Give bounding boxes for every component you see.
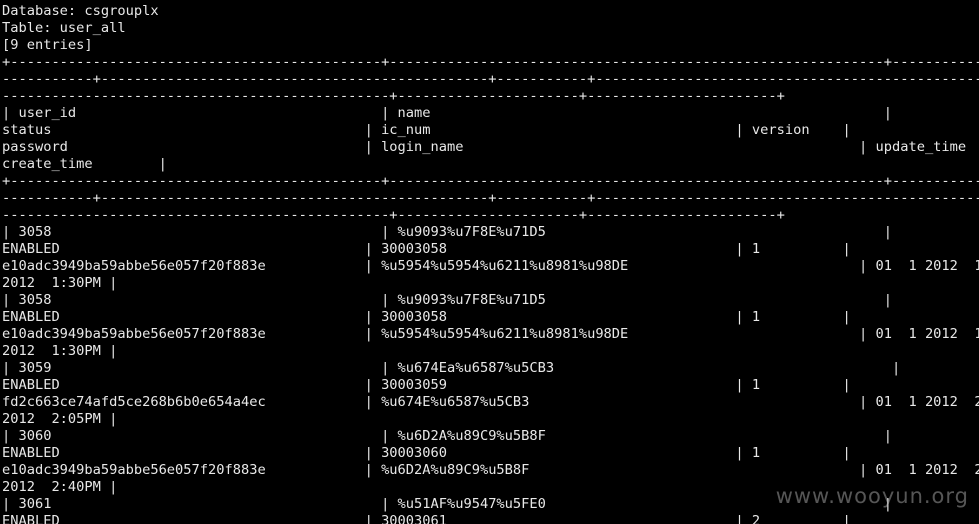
terminal-line: fd2c663ce74afd5ce268b6b0e654a4ec | %u674…	[2, 394, 979, 410]
terminal-line: ENABLED | 30003061 | 2 |	[2, 513, 851, 524]
terminal-line: e10adc3949ba59abbe56e057f20f883e | %u595…	[2, 326, 979, 342]
terminal-line: -----------+----------------------------…	[2, 190, 979, 206]
terminal-line: 2012 1:30PM |	[2, 275, 118, 291]
terminal-line: | 3058 | %u9093%u7F8E%u71D5 |	[2, 292, 892, 308]
terminal-output: Database: csgrouplx Table: user_all [9 ent…	[2, 3, 979, 524]
terminal-line: Table: user_all	[2, 20, 126, 36]
terminal-line: ENABLED | 30003058 | 1 |	[2, 241, 851, 257]
terminal-line: ----------------------------------------…	[2, 88, 785, 104]
terminal-line: | 3059 | %u674Ea%u6587%u5CB3 |	[2, 360, 901, 376]
terminal-line: e10adc3949ba59abbe56e057f20f883e | %u595…	[2, 258, 979, 274]
terminal-line: e10adc3949ba59abbe56e057f20f883e | %u6D2…	[2, 462, 979, 478]
terminal-line: Database: csgrouplx	[2, 3, 159, 19]
terminal-line: password | login_name | update_time |	[2, 139, 979, 155]
terminal-line: | 3058 | %u9093%u7F8E%u71D5 |	[2, 224, 892, 240]
watermark: www.wooyun.org	[775, 484, 969, 508]
terminal-line: | 3060 | %u6D2A%u89C9%u5B8F |	[2, 428, 892, 444]
terminal-line: +---------------------------------------…	[2, 54, 979, 70]
terminal-line: ENABLED | 30003059 | 1 |	[2, 377, 851, 393]
terminal-line: -----------+----------------------------…	[2, 71, 979, 87]
terminal-line: +---------------------------------------…	[2, 173, 979, 189]
terminal-line: ENABLED | 30003058 | 1 |	[2, 309, 851, 325]
terminal-line: 2012 2:05PM |	[2, 411, 118, 427]
terminal-line: [9 entries]	[2, 37, 93, 53]
terminal-line: ENABLED | 30003060 | 1 |	[2, 445, 851, 461]
terminal-line: | user_id | name |	[2, 105, 892, 121]
terminal-line: create_time |	[2, 156, 167, 172]
terminal-line: 2012 1:30PM |	[2, 343, 118, 359]
terminal-line: status | ic_num | version |	[2, 122, 851, 138]
terminal-line: ----------------------------------------…	[2, 207, 785, 223]
